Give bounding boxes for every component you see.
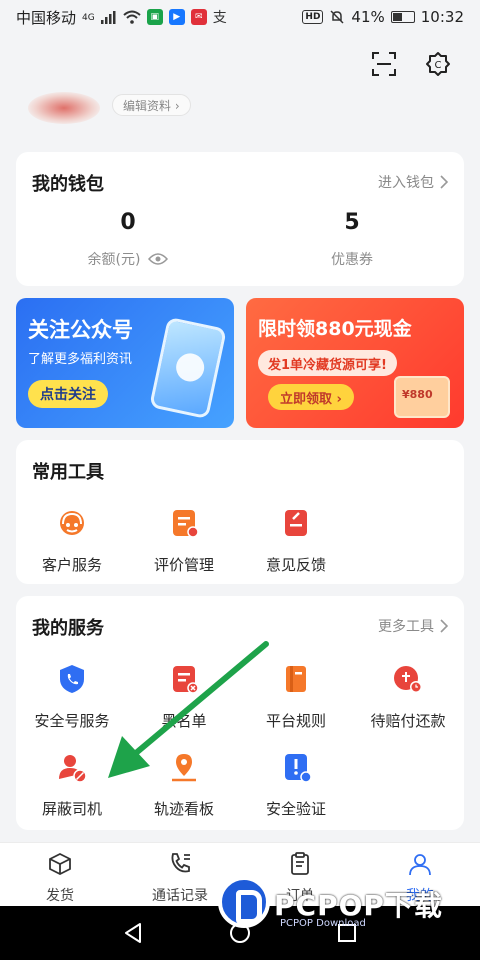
- service-pending-compensation[interactable]: 待赔付还款: [352, 662, 464, 731]
- banner-subtitle: 了解更多福利资讯: [28, 352, 133, 367]
- scan-icon: [372, 52, 396, 76]
- annotation-arrow-icon: [108, 641, 269, 778]
- balance-label: 余额(元): [87, 252, 141, 268]
- status-bar: 中国移动 4G ▣ ▶ ✉ 支 HD 41% 10:32: [0, 0, 480, 34]
- svg-text:C: C: [435, 60, 442, 71]
- call-log-icon: [171, 853, 190, 873]
- tab-ship[interactable]: 发货: [0, 851, 120, 905]
- wallet-card: 我的钱包 进入钱包 0 余额(元) 5 优惠券: [16, 152, 464, 286]
- scan-button[interactable]: [368, 48, 400, 80]
- balance-value: 0: [120, 210, 136, 235]
- more-tools-label: 更多工具: [378, 619, 434, 635]
- clock: 10:32: [420, 8, 464, 26]
- follow-official-account-banner[interactable]: 关注公众号 了解更多福利资讯 点击关注: [16, 298, 234, 428]
- battery-icon: [390, 11, 415, 23]
- app-notification-icon: ✉: [190, 9, 207, 25]
- red-envelope-icon: ¥880: [394, 376, 450, 418]
- box-icon: [49, 852, 71, 876]
- watermark-logo-icon: [218, 876, 270, 928]
- settings-button[interactable]: C: [422, 48, 454, 80]
- balance-label-row: 余额(元): [16, 249, 240, 269]
- phone-illustration-icon: [149, 316, 227, 420]
- chevron-right-icon: [440, 175, 448, 189]
- status-right: HD 41% 10:32: [302, 8, 464, 26]
- service-label: 屏蔽司机: [41, 800, 102, 818]
- security-verify-icon: [285, 754, 312, 783]
- tool-label: 意见反馈: [265, 556, 326, 574]
- mute-icon: [330, 10, 344, 24]
- coupons-value: 5: [344, 210, 360, 235]
- banner-title: 关注公众号: [28, 318, 133, 342]
- service-label: 安全验证: [265, 800, 326, 818]
- hd-icon: HD: [302, 10, 324, 24]
- shield-phone-icon: [60, 665, 84, 693]
- common-tools-card: 常用工具 客户服务 评价管理 意见反馈: [16, 440, 464, 584]
- status-left: 中国移动 4G ▣ ▶ ✉ 支: [16, 7, 227, 28]
- banner-subtitle: 发1单冷藏货源可享!: [258, 350, 397, 376]
- app-notification-icon: ▣: [146, 9, 163, 25]
- alipay-icon: 支: [212, 10, 227, 26]
- enter-wallet-link[interactable]: 进入钱包: [378, 172, 448, 192]
- carrier-label: 中国移动: [16, 8, 77, 27]
- services-title: 我的服务: [32, 618, 104, 639]
- settings-icon: C: [426, 52, 450, 76]
- coupons-label-row: 优惠券: [240, 249, 464, 269]
- eye-icon[interactable]: [148, 252, 169, 266]
- compensation-clock-icon: [394, 666, 422, 693]
- block-driver-icon: [59, 755, 87, 783]
- coupons-label: 优惠券: [331, 252, 373, 268]
- more-tools-link[interactable]: 更多工具: [378, 616, 448, 636]
- network-type: 4G: [82, 12, 95, 23]
- chevron-right-icon: [440, 619, 448, 633]
- feedback-icon: [285, 510, 307, 536]
- tool-review-management[interactable]: 评价管理: [128, 506, 240, 575]
- tool-customer-service[interactable]: 客户服务: [16, 506, 128, 575]
- back-icon[interactable]: [122, 922, 144, 944]
- headset-icon: [60, 511, 84, 535]
- coupons-section[interactable]: 5 优惠券: [240, 210, 464, 269]
- tab-label: 发货: [46, 888, 74, 904]
- watermark-subtext: PCPOP Download: [280, 918, 366, 929]
- badge-amount: ¥880: [402, 388, 433, 401]
- tools-title: 常用工具: [32, 462, 104, 483]
- avatar[interactable]: [28, 92, 100, 124]
- service-label: 轨迹看板: [153, 800, 214, 818]
- claim-now-button[interactable]: 立即领取 ›: [268, 384, 354, 410]
- tool-feedback[interactable]: 意见反馈: [240, 506, 352, 575]
- rulebook-icon: [286, 666, 306, 692]
- tool-label: 评价管理: [153, 556, 214, 574]
- follow-button[interactable]: 点击关注: [28, 380, 108, 408]
- wallet-title: 我的钱包: [32, 174, 104, 195]
- app-notification-icon: ▶: [168, 9, 185, 25]
- watermark: PCPOP下载 PCPOP Download: [218, 870, 468, 936]
- wifi-icon: [123, 10, 141, 24]
- edit-profile-button[interactable]: 编辑资料 ›: [112, 94, 191, 116]
- battery-percent: 41%: [351, 8, 385, 26]
- enter-wallet-label: 进入钱包: [378, 175, 434, 191]
- tool-label: 客户服务: [41, 556, 102, 574]
- signal-icon: [100, 11, 116, 24]
- cash-reward-banner[interactable]: 限时领880元现金 发1单冷藏货源可享! 立即领取 › ¥880: [246, 298, 464, 428]
- service-label: 待赔付还款: [370, 712, 446, 730]
- balance-section[interactable]: 0 余额(元): [16, 210, 240, 269]
- banner-title: 限时领880元现金: [258, 318, 412, 340]
- review-icon: [173, 510, 199, 538]
